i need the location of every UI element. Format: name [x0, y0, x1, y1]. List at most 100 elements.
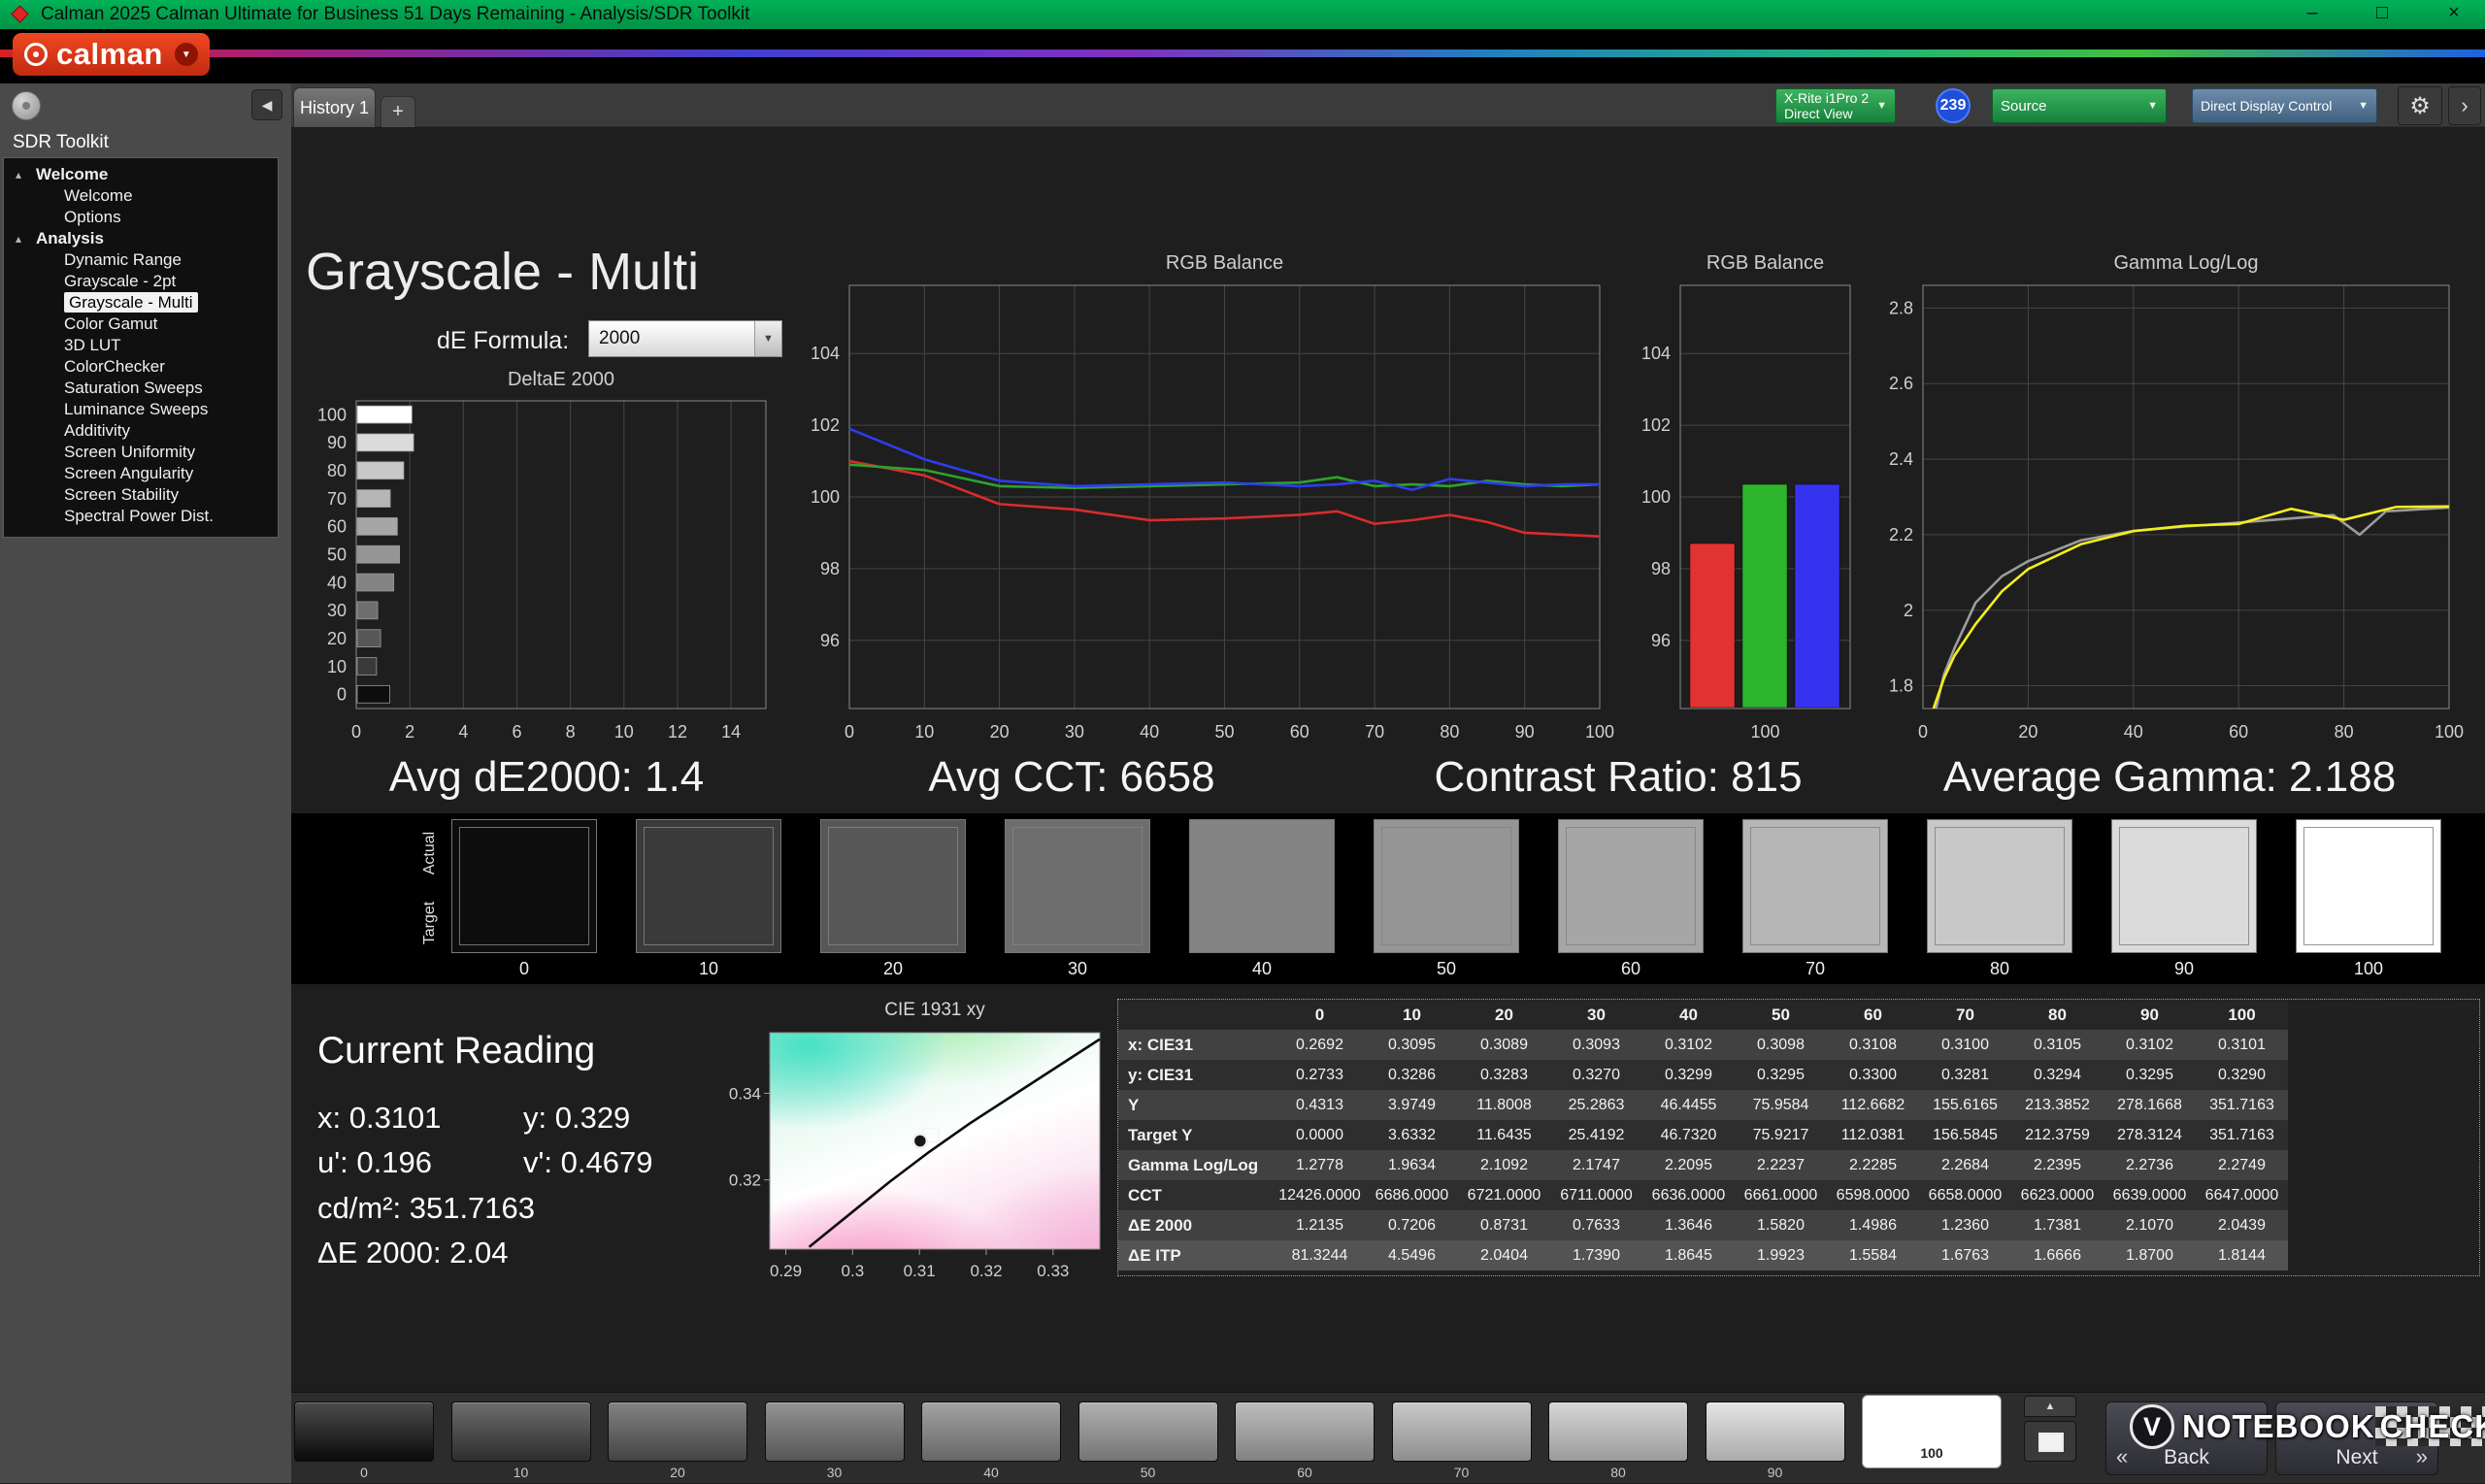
sidebar-item-screen-stability[interactable]: Screen Stability [4, 484, 278, 506]
pattern-level-button-60[interactable]: 60 [1235, 1393, 1375, 1484]
bottom-pattern-bar: ▲ « Back Next » V NOTEBOOKCHECK 01020304… [291, 1392, 2485, 1483]
pattern-level-button-90[interactable]: 90 [1706, 1393, 1845, 1484]
table-row-cct[interactable]: CCT12426.00006686.00006721.00006711.0000… [1118, 1180, 2288, 1210]
svg-text:30: 30 [1065, 722, 1084, 742]
table-row-x-cie31[interactable]: x: CIE310.26920.30950.30890.30930.31020.… [1118, 1030, 2288, 1060]
strip-swatch-60: 60 [1558, 819, 1704, 979]
svg-text:50: 50 [327, 545, 347, 565]
svg-text:100: 100 [1750, 722, 1779, 742]
gamma-chart: 0204060801001.822.22.42.62.8Gamma Log/Lo… [1864, 244, 2485, 748]
de-formula-value: 2000 [599, 328, 640, 349]
svg-text:60: 60 [1290, 722, 1309, 742]
next-button[interactable]: Next » [2275, 1402, 2438, 1475]
svg-text:60: 60 [327, 517, 347, 537]
sidebar-item-color-gamut[interactable]: Color Gamut [4, 313, 278, 335]
logo-bar: calman ▼ [0, 29, 2485, 83]
sidebar-item-3d-lut[interactable]: 3D LUT [4, 335, 278, 356]
sidebar-item-options[interactable]: Options [4, 207, 278, 228]
strip-swatch-80: 80 [1927, 819, 2072, 979]
table-header-row: 0102030405060708090100 [1118, 1000, 2288, 1030]
reading-luminance: cd/m²: 351.7163 [317, 1191, 535, 1226]
table-row-y[interactable]: Y0.43133.974911.800825.286346.445575.958… [1118, 1090, 2288, 1120]
plus-icon: + [392, 101, 404, 123]
pattern-level-button-70[interactable]: 70 [1392, 1393, 1532, 1484]
deltae-bar-80 [357, 462, 404, 479]
calman-logo[interactable]: calman ▼ [13, 33, 210, 76]
table-row-y-cie31[interactable]: y: CIE310.27330.32860.32830.32700.32990.… [1118, 1060, 2288, 1090]
svg-text:0: 0 [351, 722, 361, 742]
table-row-target-y[interactable]: Target Y0.00003.633211.643525.419246.732… [1118, 1120, 2288, 1150]
expand-panel-button[interactable]: › [2448, 86, 2481, 125]
target-axis-label: Target [421, 889, 439, 957]
pattern-level-button-10[interactable]: 10 [451, 1393, 591, 1484]
pattern-level-button-80[interactable]: 80 [1548, 1393, 1688, 1484]
main-content: Grayscale - Multi dE Formula: 2000 ▼ 100… [291, 127, 2485, 1392]
stat-average-gamma: Average Gamma: 2.188 [1943, 753, 2396, 802]
logo-menu-button[interactable]: ▼ [175, 43, 198, 66]
svg-text:0.29: 0.29 [770, 1262, 802, 1280]
pattern-level-button-30[interactable]: 30 [765, 1393, 905, 1484]
table-row-e-2000[interactable]: ΔE 20001.21350.72060.87310.76331.36461.5… [1118, 1210, 2288, 1240]
pattern-level-button-40[interactable]: 40 [921, 1393, 1061, 1484]
tree-section-analysis[interactable]: ▴Analysis [4, 228, 278, 249]
next-label: Next [2276, 1446, 2437, 1469]
reading-de2000: ΔE 2000: 2.04 [317, 1236, 509, 1270]
svg-text:100: 100 [317, 405, 347, 424]
pattern-level-button-100[interactable]: 100 [1862, 1393, 2002, 1484]
meter-dropdown[interactable]: X-Rite i1Pro 2 Direct View ▼ [1775, 88, 1896, 123]
nav-circle-button[interactable] [12, 91, 41, 120]
source-dropdown[interactable]: Source ▼ [1992, 88, 2167, 123]
sidebar-item-grayscale-multi[interactable]: Grayscale - Multi [4, 292, 278, 313]
sidebar-title: SDR Toolkit [13, 132, 109, 153]
table-row-gamma-log-log[interactable]: Gamma Log/Log1.27781.96342.10922.17472.2… [1118, 1150, 2288, 1180]
pattern-level-button-0[interactable]: 0 [294, 1393, 434, 1484]
pattern-level-button-50[interactable]: 50 [1078, 1393, 1218, 1484]
pattern-level-button-20[interactable]: 20 [608, 1393, 747, 1484]
sidebar-item-screen-angularity[interactable]: Screen Angularity [4, 463, 278, 484]
tree-section-welcome[interactable]: ▴Welcome [4, 164, 278, 185]
svg-text:RGB Balance: RGB Balance [1166, 252, 1283, 274]
next-chevrons-icon: » [2416, 1444, 2428, 1469]
sidebar-item-screen-uniformity[interactable]: Screen Uniformity [4, 442, 278, 463]
sidebar-item-grayscale-2pt[interactable]: Grayscale - 2pt [4, 271, 278, 292]
sidebar-item-welcome[interactable]: Welcome [4, 185, 278, 207]
sidebar-item-luminance-sweeps[interactable]: Luminance Sweeps [4, 399, 278, 420]
svg-text:104: 104 [1641, 344, 1671, 363]
display-control-dropdown[interactable]: Direct Display Control ▼ [2192, 88, 2377, 123]
svg-text:0: 0 [845, 722, 854, 742]
strip-swatch-20: 20 [820, 819, 966, 979]
tab-history-1[interactable]: History 1 [293, 87, 376, 127]
calman-mark-icon [24, 43, 48, 66]
deltae-bar-70 [357, 490, 390, 508]
add-tab-button[interactable]: + [381, 96, 415, 127]
sidebar-item-colorchecker[interactable]: ColorChecker [4, 356, 278, 378]
maximize-button[interactable]: □ [2363, 2, 2402, 24]
sidebar-item-spectral-power-dist[interactable]: Spectral Power Dist. [4, 506, 278, 527]
stat-avg-de2000: Avg dE2000: 1.4 [389, 753, 705, 802]
sidebar-collapse-button[interactable]: ◀ [251, 89, 282, 120]
table-row-e-itp[interactable]: ΔE ITP81.32444.54962.04041.73901.86451.9… [1118, 1240, 2288, 1270]
svg-text:10: 10 [614, 722, 634, 742]
svg-text:50: 50 [1214, 722, 1234, 742]
calman-logo-text: calman [56, 37, 163, 72]
svg-text:1.8: 1.8 [1889, 676, 1913, 696]
display-control-label: Direct Display Control [2201, 98, 2332, 114]
back-button[interactable]: « Back [2105, 1402, 2268, 1475]
minimize-button[interactable]: – [2293, 2, 2332, 24]
pattern-window-button[interactable] [2024, 1421, 2076, 1462]
pattern-panel-up-button[interactable]: ▲ [2024, 1396, 2076, 1417]
rgb-balance-bar-chart: 9698100102104100RGB Balance [1616, 244, 1859, 748]
reading-x: x: 0.3101 [317, 1101, 442, 1136]
chevron-down-icon: ▼ [2358, 100, 2369, 112]
sidebar-item-additivity[interactable]: Additivity [4, 420, 278, 442]
de-formula-dropdown[interactable]: 2000 ▼ [588, 320, 782, 357]
toolbar: History 1 + X-Rite i1Pro 2 Direct View ▼… [291, 83, 2485, 127]
measured-point-marker [913, 1135, 927, 1148]
settings-button[interactable]: ⚙ [2398, 86, 2442, 125]
close-button[interactable]: × [2435, 2, 2473, 24]
sidebar-item-saturation-sweeps[interactable]: Saturation Sweeps [4, 378, 278, 399]
svg-text:40: 40 [2124, 722, 2143, 742]
meter-count-badge[interactable]: 239 [1936, 88, 1971, 123]
strip-swatch-50: 50 [1374, 819, 1519, 979]
sidebar-item-dynamic-range[interactable]: Dynamic Range [4, 249, 278, 271]
